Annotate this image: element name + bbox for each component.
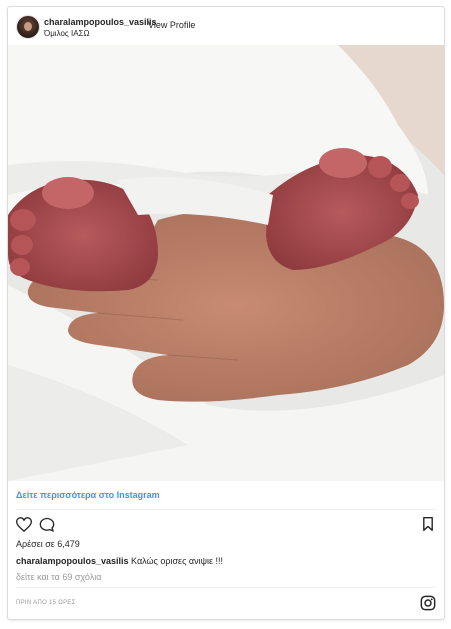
location-link[interactable]: Όμιλος ΙΑΣΩ [44, 29, 89, 38]
view-more-instagram-link[interactable]: Δείτε περισσότερα στο Instagram [16, 490, 160, 500]
caption-username[interactable]: charalampopoulos_vasilis [16, 556, 129, 566]
post-photo[interactable] [8, 45, 444, 481]
likes-count[interactable]: Αρέσει σε 6,479 [16, 539, 80, 549]
caption-text: Καλώς ορισες ανιψιε !!! [128, 556, 224, 566]
comment-icon[interactable] [39, 517, 55, 537]
caption: charalampopoulos_vasilis Καλώς ορισες αν… [16, 556, 223, 566]
view-profile-link[interactable]: View Profile [148, 20, 195, 30]
heart-icon[interactable] [15, 517, 33, 537]
instagram-icon[interactable] [420, 595, 436, 616]
instagram-embed-card: charalampopoulos_vasilis Όμιλος ΙΑΣΩ Vie… [7, 6, 445, 620]
post-timestamp: ΠΡΙΝ ΑΠΟ 15 ΩΡΕΣ [16, 600, 76, 606]
avatar[interactable] [16, 15, 40, 39]
divider [16, 587, 436, 588]
view-all-comments-link[interactable]: δείτε και τα 69 σχόλια [16, 572, 101, 582]
post-header: charalampopoulos_vasilis Όμιλος ΙΑΣΩ Vie… [8, 7, 444, 45]
divider [16, 509, 436, 510]
username-link[interactable]: charalampopoulos_vasilis [44, 17, 157, 27]
bookmark-icon[interactable] [422, 517, 434, 536]
